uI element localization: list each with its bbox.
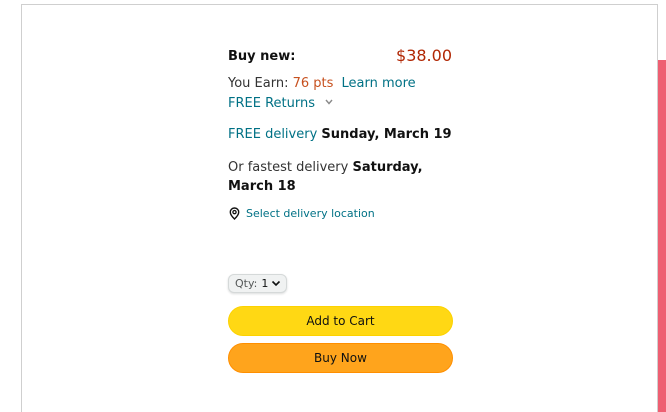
earn-points-row: You Earn: 76 pts Learn more bbox=[228, 76, 416, 91]
page: Buy new: $38.00 You Earn: 76 pts Learn m… bbox=[0, 0, 666, 412]
delivery-date: Sunday, March 19 bbox=[321, 127, 452, 142]
learn-more-link[interactable]: Learn more bbox=[342, 76, 416, 91]
quantity-select[interactable]: Qty: 1 bbox=[228, 274, 288, 293]
buy-now-button[interactable]: Buy Now bbox=[228, 343, 453, 373]
fastest-delivery-info: Or fastest delivery Saturday, March 18 bbox=[228, 158, 456, 196]
fastest-prefix: Or fastest delivery bbox=[228, 160, 349, 175]
free-returns-toggle[interactable]: FREE Returns bbox=[228, 96, 333, 111]
accent-strip bbox=[658, 60, 666, 412]
select-location-link[interactable]: Select delivery location bbox=[228, 207, 375, 220]
buybox: Buy new: $38.00 You Earn: 76 pts Learn m… bbox=[228, 46, 456, 373]
free-returns-label: FREE Returns bbox=[228, 96, 315, 111]
qty-value: 1 bbox=[261, 277, 269, 290]
price: $38.00 bbox=[396, 46, 452, 65]
earn-prefix: You Earn: bbox=[228, 76, 293, 91]
chevron-down-icon bbox=[271, 277, 281, 290]
free-delivery-link[interactable]: FREE delivery bbox=[228, 127, 317, 142]
add-to-cart-label: Add to Cart bbox=[306, 314, 375, 328]
qty-label: Qty: bbox=[235, 277, 258, 290]
select-location-label: Select delivery location bbox=[246, 207, 375, 220]
delivery-info: FREE delivery Sunday, March 19 bbox=[228, 127, 452, 142]
location-pin-icon bbox=[229, 207, 240, 220]
chevron-down-icon bbox=[325, 98, 333, 108]
earn-points: 76 pts bbox=[292, 76, 334, 91]
buy-new-label: Buy new: bbox=[228, 49, 296, 64]
add-to-cart-button[interactable]: Add to Cart bbox=[228, 306, 453, 336]
buy-now-label: Buy Now bbox=[314, 351, 367, 365]
price-row: Buy new: $38.00 bbox=[228, 46, 456, 70]
